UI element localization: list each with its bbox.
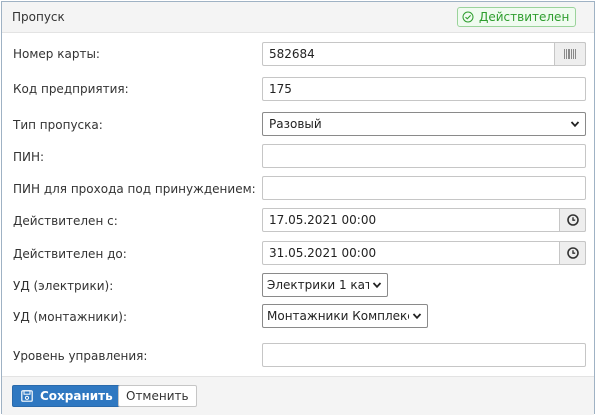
save-button[interactable]: Сохранить — [12, 385, 122, 407]
valid-to-picker-button[interactable] — [559, 241, 586, 265]
panel-header: Пропуск Действителен — [2, 2, 594, 33]
chevron-down-icon — [372, 282, 382, 289]
valid-from-label: Действителен с: — [13, 214, 118, 228]
status-badge: Действителен — [457, 7, 577, 27]
pin-input[interactable] — [262, 144, 586, 168]
valid-from-picker-button[interactable] — [559, 208, 586, 232]
valid-to-label: Действителен до: — [13, 247, 127, 261]
card-scan-button[interactable] — [554, 42, 586, 66]
card-number-field[interactable]: 582684 — [262, 42, 586, 66]
duress-pin-input[interactable] — [262, 176, 586, 200]
valid-to-input[interactable]: 31.05.2021 00:00 — [262, 241, 586, 265]
ud-mount-value: Монтажники Комплекс — [267, 309, 409, 323]
status-text: Действителен — [479, 10, 570, 24]
control-level-input[interactable] — [262, 343, 586, 367]
pass-type-select[interactable]: Разовый — [262, 112, 586, 136]
ud-mount-select[interactable]: Монтажники Комплекс — [262, 304, 428, 328]
clock-icon — [566, 247, 579, 259]
check-circle-icon — [462, 11, 474, 23]
valid-to-value: 31.05.2021 00:00 — [269, 246, 377, 260]
ud-electric-value: Электрики 1 кат — [267, 278, 369, 292]
pass-type-label: Тип пропуска: — [13, 118, 103, 132]
valid-from-input[interactable]: 17.05.2021 00:00 — [262, 208, 586, 232]
pass-panel: Пропуск Действителен Номер карты: 582684… — [1, 1, 595, 415]
company-code-input[interactable]: 175 — [262, 77, 586, 101]
ud-electric-select[interactable]: Электрики 1 кат — [262, 273, 388, 297]
company-code-value: 175 — [269, 82, 292, 96]
pass-type-value: Разовый — [269, 117, 322, 131]
chevron-down-icon — [412, 313, 422, 320]
company-code-label: Код предприятия: — [13, 82, 129, 96]
panel-title: Пропуск — [12, 10, 65, 24]
ud-mount-label: УД (монтажники): — [13, 310, 127, 324]
valid-from-value: 17.05.2021 00:00 — [269, 213, 377, 227]
save-icon — [21, 390, 33, 402]
chevron-down-icon — [570, 121, 580, 128]
panel-footer: Сохранить Отменить — [2, 376, 594, 415]
duress-pin-label: ПИН для прохода под принуждением: — [13, 182, 256, 196]
barcode-icon — [564, 49, 576, 59]
pin-label: ПИН: — [13, 150, 45, 164]
cancel-button[interactable]: Отменить — [118, 385, 197, 407]
save-button-label: Сохранить — [40, 389, 113, 403]
ud-electric-label: УД (электрики): — [13, 279, 114, 293]
card-number-value: 582684 — [269, 47, 315, 61]
control-level-label: Уровень управления: — [13, 349, 148, 363]
cancel-button-label: Отменить — [126, 389, 189, 403]
clock-icon — [566, 214, 579, 226]
card-number-label: Номер карты: — [13, 47, 100, 61]
